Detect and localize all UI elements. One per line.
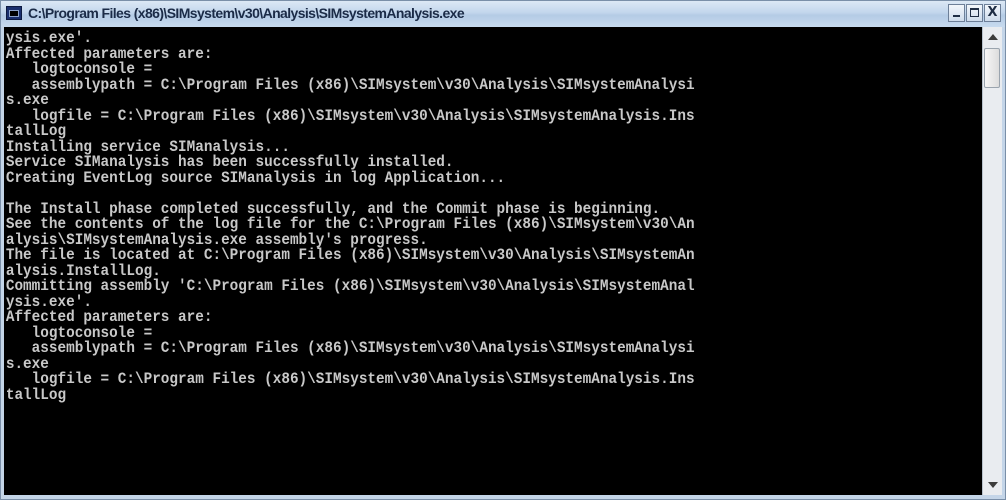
- maximize-button[interactable]: [966, 4, 983, 22]
- scroll-down-button[interactable]: [983, 476, 1002, 494]
- title-bar[interactable]: C:\Program Files (x86)\SIMsystem\v30\Ana…: [1, 1, 1005, 27]
- console-output-area[interactable]: ysis.exe'. Affected parameters are: logt…: [4, 27, 982, 495]
- scroll-up-arrow-icon: [987, 34, 998, 40]
- console-window: C:\Program Files (x86)\SIMsystem\v30\Ana…: [0, 0, 1006, 500]
- console-line: assemblypath = C:\Program Files (x86)\SI…: [5, 75, 695, 94]
- console-line: logfile = C:\Program Files (x86)\SIMsyst…: [5, 370, 695, 388]
- window-controls: X: [948, 4, 1001, 24]
- window-title: C:\Program Files (x86)\SIMsystem\v30\Ana…: [28, 5, 465, 21]
- close-button[interactable]: X: [984, 4, 1001, 22]
- console-line: Committing assembly 'C:\Program Files (x…: [5, 277, 695, 295]
- minimize-button[interactable]: [948, 4, 965, 22]
- console-line: tallLog: [5, 385, 67, 404]
- scrollbar-thumb[interactable]: [984, 48, 1000, 88]
- console-line: logfile = C:\Program Files (x86)\SIMsyst…: [5, 106, 695, 125]
- console-line: assemblypath = C:\Program Files (x86)\SI…: [5, 339, 695, 357]
- vertical-scrollbar[interactable]: [982, 27, 1002, 495]
- scroll-up-button[interactable]: [983, 28, 1002, 46]
- scroll-down-arrow-icon: [987, 482, 998, 488]
- console-app-icon[interactable]: [6, 6, 22, 20]
- console-line: Creating EventLog source SIManalysis in …: [5, 168, 506, 187]
- console-output-text: ysis.exe'. Affected parameters are: logt…: [4, 27, 904, 403]
